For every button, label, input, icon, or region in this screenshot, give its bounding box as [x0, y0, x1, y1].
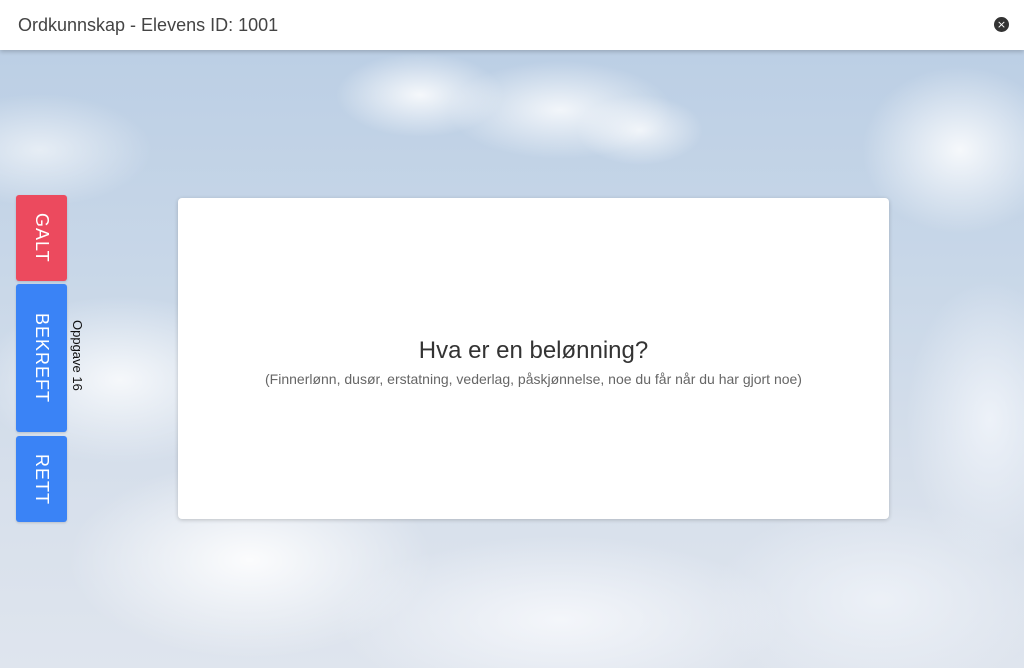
close-icon[interactable]: ×: [994, 17, 1009, 32]
wrong-button[interactable]: GALT: [16, 195, 67, 281]
confirm-button-label: BEKREFT: [32, 312, 52, 403]
hint-text: (Finnerlønn, dusør, erstatning, vederlag…: [265, 370, 802, 387]
window-title: Ordkunnskap - Elevens ID: 1001: [18, 14, 279, 35]
question-text: Hva er en belønning?: [418, 336, 649, 364]
task-number-label: Oppgave 16: [70, 320, 85, 391]
confirm-button[interactable]: BEKREFT: [16, 284, 67, 432]
wrong-button-label: GALT: [32, 213, 52, 263]
right-button[interactable]: RETT: [16, 436, 67, 522]
right-button-label: RETT: [32, 453, 52, 505]
header-bar: Ordkunnskap - Elevens ID: 1001 ×: [0, 0, 1024, 50]
question-card: Hva er en belønning? (Finnerlønn, dusør,…: [178, 198, 889, 519]
